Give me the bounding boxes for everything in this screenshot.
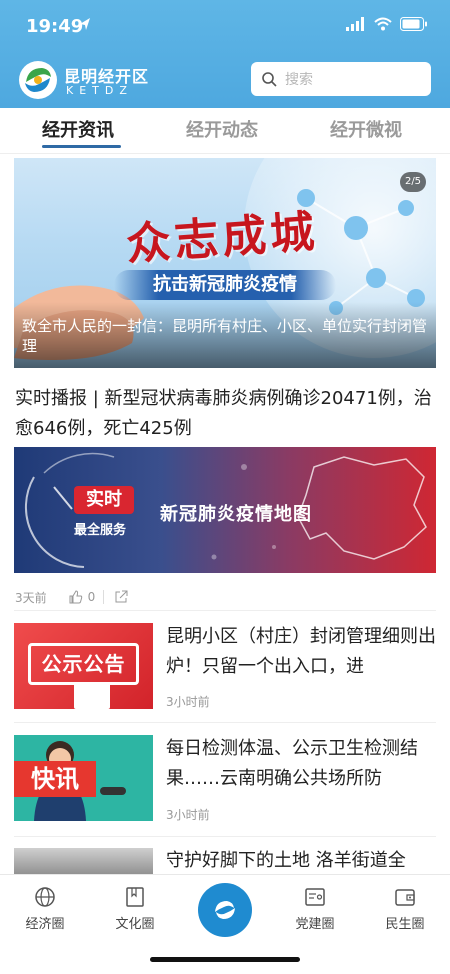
document-graphic [74, 683, 110, 709]
globe-icon [35, 887, 55, 907]
book-icon [126, 887, 144, 907]
hero-banner-title: 众志成城 [124, 206, 320, 271]
realtime-tag-sub: 最全服务 [74, 523, 127, 538]
realtime-tag: 实时 [74, 486, 134, 514]
nav-label: 经济圈 [25, 917, 65, 932]
feature-time: 3天前 [15, 590, 47, 605]
signal-icon [346, 17, 364, 31]
article-title[interactable]: 每日检测体温、公示卫生检测结果……云南明确公共场所防 [166, 734, 436, 794]
nav-party[interactable]: 党建圈 [280, 885, 350, 932]
nav-label: 民生圈 [385, 917, 425, 932]
home-logo-icon [215, 901, 235, 919]
hero-banner-subtitle: 抗击新冠肺炎疫情 [114, 270, 336, 300]
nav-livelihood[interactable]: 民生圈 [370, 885, 440, 932]
article-thumbnail[interactable] [14, 848, 153, 876]
thumbs-up-icon [69, 590, 82, 604]
map-banner-title: 新冠肺炎疫情地图 [160, 504, 312, 525]
feature-article-title[interactable]: 实时播报 | 新型冠状病毒肺炎病例确诊20471例，治愈646例，死亡425例 [15, 384, 435, 444]
hero-caption: 致全市人民的一封信：昆明所有村庄、小区、单位实行封闭管理 [22, 317, 428, 355]
like-count: 0 [87, 590, 96, 604]
location-arrow-icon [80, 18, 90, 30]
status-time: 19:49 [26, 16, 84, 37]
nav-label: 党建圈 [295, 917, 335, 932]
article-thumbnail[interactable]: 快讯 [14, 735, 153, 821]
tab-news[interactable]: 经开资讯 [42, 116, 114, 142]
nav-home[interactable] [198, 883, 252, 937]
nav-label: 文化圈 [115, 917, 155, 932]
hero-carousel[interactable]: 众志成城 抗击新冠肺炎疫情 致全市人民的一封信：昆明所有村庄、小区、单位实行封闭… [14, 158, 436, 368]
category-tabs: 经开资讯 经开动态 经开微视 [0, 108, 450, 154]
flash-news-tag: 快讯 [14, 761, 96, 797]
search-icon [262, 72, 277, 87]
nav-culture[interactable]: 文化圈 [100, 885, 170, 932]
tab-updates[interactable]: 经开动态 [186, 116, 258, 142]
wifi-icon [374, 17, 392, 31]
notice-board: 公示公告 [28, 643, 139, 685]
epidemic-map-banner[interactable]: 实时 最全服务 新冠肺炎疫情地图 [14, 447, 436, 573]
logo-icon [19, 61, 57, 99]
like-button[interactable]: 0 [69, 590, 96, 604]
tab-videos[interactable]: 经开微视 [330, 116, 402, 142]
divider [14, 610, 436, 611]
wallet-icon [395, 889, 415, 906]
id-card-icon [305, 888, 325, 906]
meta-separator [103, 590, 105, 604]
search-box[interactable]: 搜索 [251, 62, 431, 96]
article-title[interactable]: 守护好脚下的土地 洛羊街道全 [166, 846, 436, 874]
home-indicator [150, 957, 300, 962]
article-thumbnail[interactable]: 公示公告 [14, 623, 153, 709]
divider [14, 722, 436, 723]
search-placeholder: 搜索 [285, 72, 313, 88]
article-title[interactable]: 昆明小区（村庄）封闭管理细则出炉！只留一个出入口，进 [166, 622, 436, 682]
feature-meta: 3天前 0 [15, 587, 128, 607]
status-bar: 19:49 [0, 0, 450, 50]
article-time: 3小时前 [166, 808, 210, 822]
app-header: 19:49 昆明经开区 KETDZ 搜索 [0, 0, 450, 108]
share-icon[interactable] [114, 590, 128, 604]
active-tab-indicator [42, 145, 121, 148]
status-indicators [346, 17, 428, 31]
battery-icon [400, 17, 427, 31]
divider [14, 836, 436, 837]
brand-abbrev: KETDZ [66, 84, 133, 97]
article-time: 3小时前 [166, 695, 210, 709]
carousel-counter: 2/5 [400, 172, 426, 192]
nav-economy[interactable]: 经济圈 [10, 885, 80, 932]
